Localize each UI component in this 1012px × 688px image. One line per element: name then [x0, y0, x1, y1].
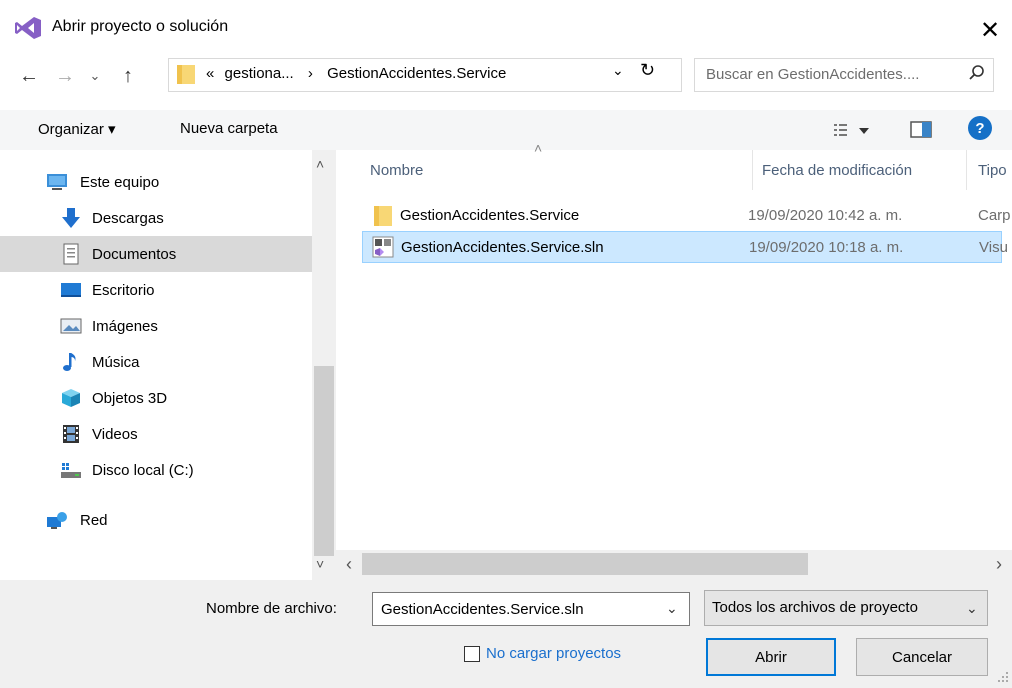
- no-load-projects-label[interactable]: No cargar proyectos: [486, 645, 621, 662]
- preview-pane-icon[interactable]: [906, 116, 936, 144]
- no-load-projects-checkbox[interactable]: [464, 646, 480, 662]
- breadcrumb-overflow[interactable]: «: [206, 65, 214, 82]
- nav-item-label: Documentos: [92, 245, 177, 263]
- horizontal-scrollbar-thumb[interactable]: [362, 553, 808, 575]
- new-folder-button[interactable]: Nueva carpeta: [180, 120, 278, 137]
- solution-file-icon: [372, 236, 394, 258]
- file-name: GestionAccidentes.Service: [400, 207, 580, 224]
- nav-item-label: Videos: [92, 425, 138, 443]
- column-header-type[interactable]: Tipo: [978, 162, 1007, 179]
- nav-item-disco-local[interactable]: Disco local (C:): [0, 452, 312, 488]
- table-row[interactable]: GestionAccidentes.Service.sln 19/09/2020…: [362, 231, 1008, 263]
- nav-item-label: Música: [92, 353, 140, 371]
- breadcrumb-item-parent[interactable]: gestiona...: [225, 65, 294, 82]
- address-dropdown-icon[interactable]: ⌄: [612, 62, 624, 79]
- cancel-button[interactable]: Cancelar: [856, 638, 988, 676]
- forward-icon[interactable]: →: [48, 60, 82, 92]
- nav-item-documentos[interactable]: Documentos: [0, 236, 312, 272]
- filetype-dropdown-icon[interactable]: ⌄: [966, 600, 978, 617]
- refresh-icon[interactable]: ↻: [640, 60, 655, 81]
- change-view-icon[interactable]: [826, 116, 882, 144]
- column-header-name[interactable]: Nombre: [370, 162, 423, 179]
- nav-item-label: Descargas: [92, 209, 164, 227]
- up-icon[interactable]: ↑: [110, 60, 146, 92]
- nav-item-descargas[interactable]: Descargas: [0, 200, 312, 236]
- table-row[interactable]: GestionAccidentes.Service 19/09/2020 10:…: [362, 200, 1011, 232]
- search-placeholder: Buscar en GestionAccidentes....: [706, 66, 920, 83]
- sort-ascending-icon: ˄: [534, 140, 543, 156]
- search-icon[interactable]: [968, 64, 986, 82]
- drive-icon: [61, 463, 81, 478]
- 3d-objects-icon: [62, 389, 80, 407]
- nav-item-videos[interactable]: Videos: [0, 416, 312, 452]
- resize-grip-icon[interactable]: [996, 670, 1010, 684]
- column-header-date[interactable]: Fecha de modificación: [762, 162, 912, 179]
- breadcrumb-item-current[interactable]: GestionAccidentes.Service: [327, 65, 506, 82]
- file-name: GestionAccidentes.Service.sln: [401, 239, 604, 256]
- filetype-value: Todos los archivos de proyecto: [712, 599, 918, 616]
- breadcrumb: « gestiona... › GestionAccidentes.Servic…: [206, 65, 506, 82]
- documents-icon: [63, 243, 79, 265]
- file-date: 19/09/2020 10:42 a. m.: [748, 207, 903, 224]
- scroll-down-icon[interactable]: ˅: [316, 556, 324, 572]
- videos-icon: [63, 425, 79, 443]
- recent-locations-chevron-icon[interactable]: ⌄: [84, 60, 106, 92]
- window-title: Abrir proyecto o solución: [52, 18, 229, 35]
- scroll-right-icon[interactable]: ›: [996, 554, 1002, 575]
- nav-item-label: Disco local (C:): [92, 461, 194, 479]
- column-divider[interactable]: [752, 150, 753, 190]
- organize-button[interactable]: Organizar ▾: [38, 120, 116, 138]
- computer-icon: [47, 174, 67, 190]
- nav-item-label: Objetos 3D: [92, 389, 168, 407]
- nav-item-label: Red: [80, 511, 108, 529]
- pictures-icon: [60, 318, 82, 334]
- scroll-left-icon[interactable]: ‹: [346, 554, 352, 575]
- desktop-icon: [61, 283, 81, 297]
- download-icon: [62, 208, 80, 228]
- help-icon[interactable]: ?: [968, 116, 992, 140]
- music-icon: [63, 353, 76, 371]
- network-icon: [47, 512, 67, 529]
- scroll-up-icon[interactable]: ˄: [316, 156, 324, 172]
- folder-icon: [374, 206, 392, 226]
- file-date: 19/09/2020 10:18 a. m.: [749, 239, 904, 256]
- nav-item-escritorio[interactable]: Escritorio: [0, 272, 312, 308]
- nav-item-musica[interactable]: Música: [0, 344, 312, 380]
- nav-item-objetos-3d[interactable]: Objetos 3D: [0, 380, 312, 416]
- nav-item-label: Imágenes: [92, 317, 158, 335]
- nav-item-label: Escritorio: [92, 281, 155, 299]
- nav-item-este-equipo[interactable]: Este equipo: [0, 164, 312, 200]
- visual-studio-logo-icon: [15, 17, 41, 39]
- nav-item-label: Este equipo: [80, 173, 160, 191]
- filename-dropdown-icon[interactable]: ⌄: [666, 600, 678, 617]
- column-divider[interactable]: [966, 150, 967, 190]
- open-button[interactable]: Abrir: [706, 638, 836, 676]
- file-type: Carp: [978, 207, 1011, 224]
- filename-label: Nombre de archivo:: [206, 600, 337, 617]
- folder-icon: [177, 65, 195, 84]
- close-button[interactable]: ✕: [968, 10, 1012, 50]
- filename-field[interactable]: [372, 592, 690, 626]
- nav-scrollbar-thumb[interactable]: [314, 366, 334, 556]
- back-icon[interactable]: ←: [12, 60, 46, 92]
- nav-item-red[interactable]: Red: [0, 502, 312, 538]
- file-type: Visu: [979, 239, 1008, 256]
- breadcrumb-separator-icon[interactable]: ›: [308, 65, 313, 82]
- nav-item-imagenes[interactable]: Imágenes: [0, 308, 312, 344]
